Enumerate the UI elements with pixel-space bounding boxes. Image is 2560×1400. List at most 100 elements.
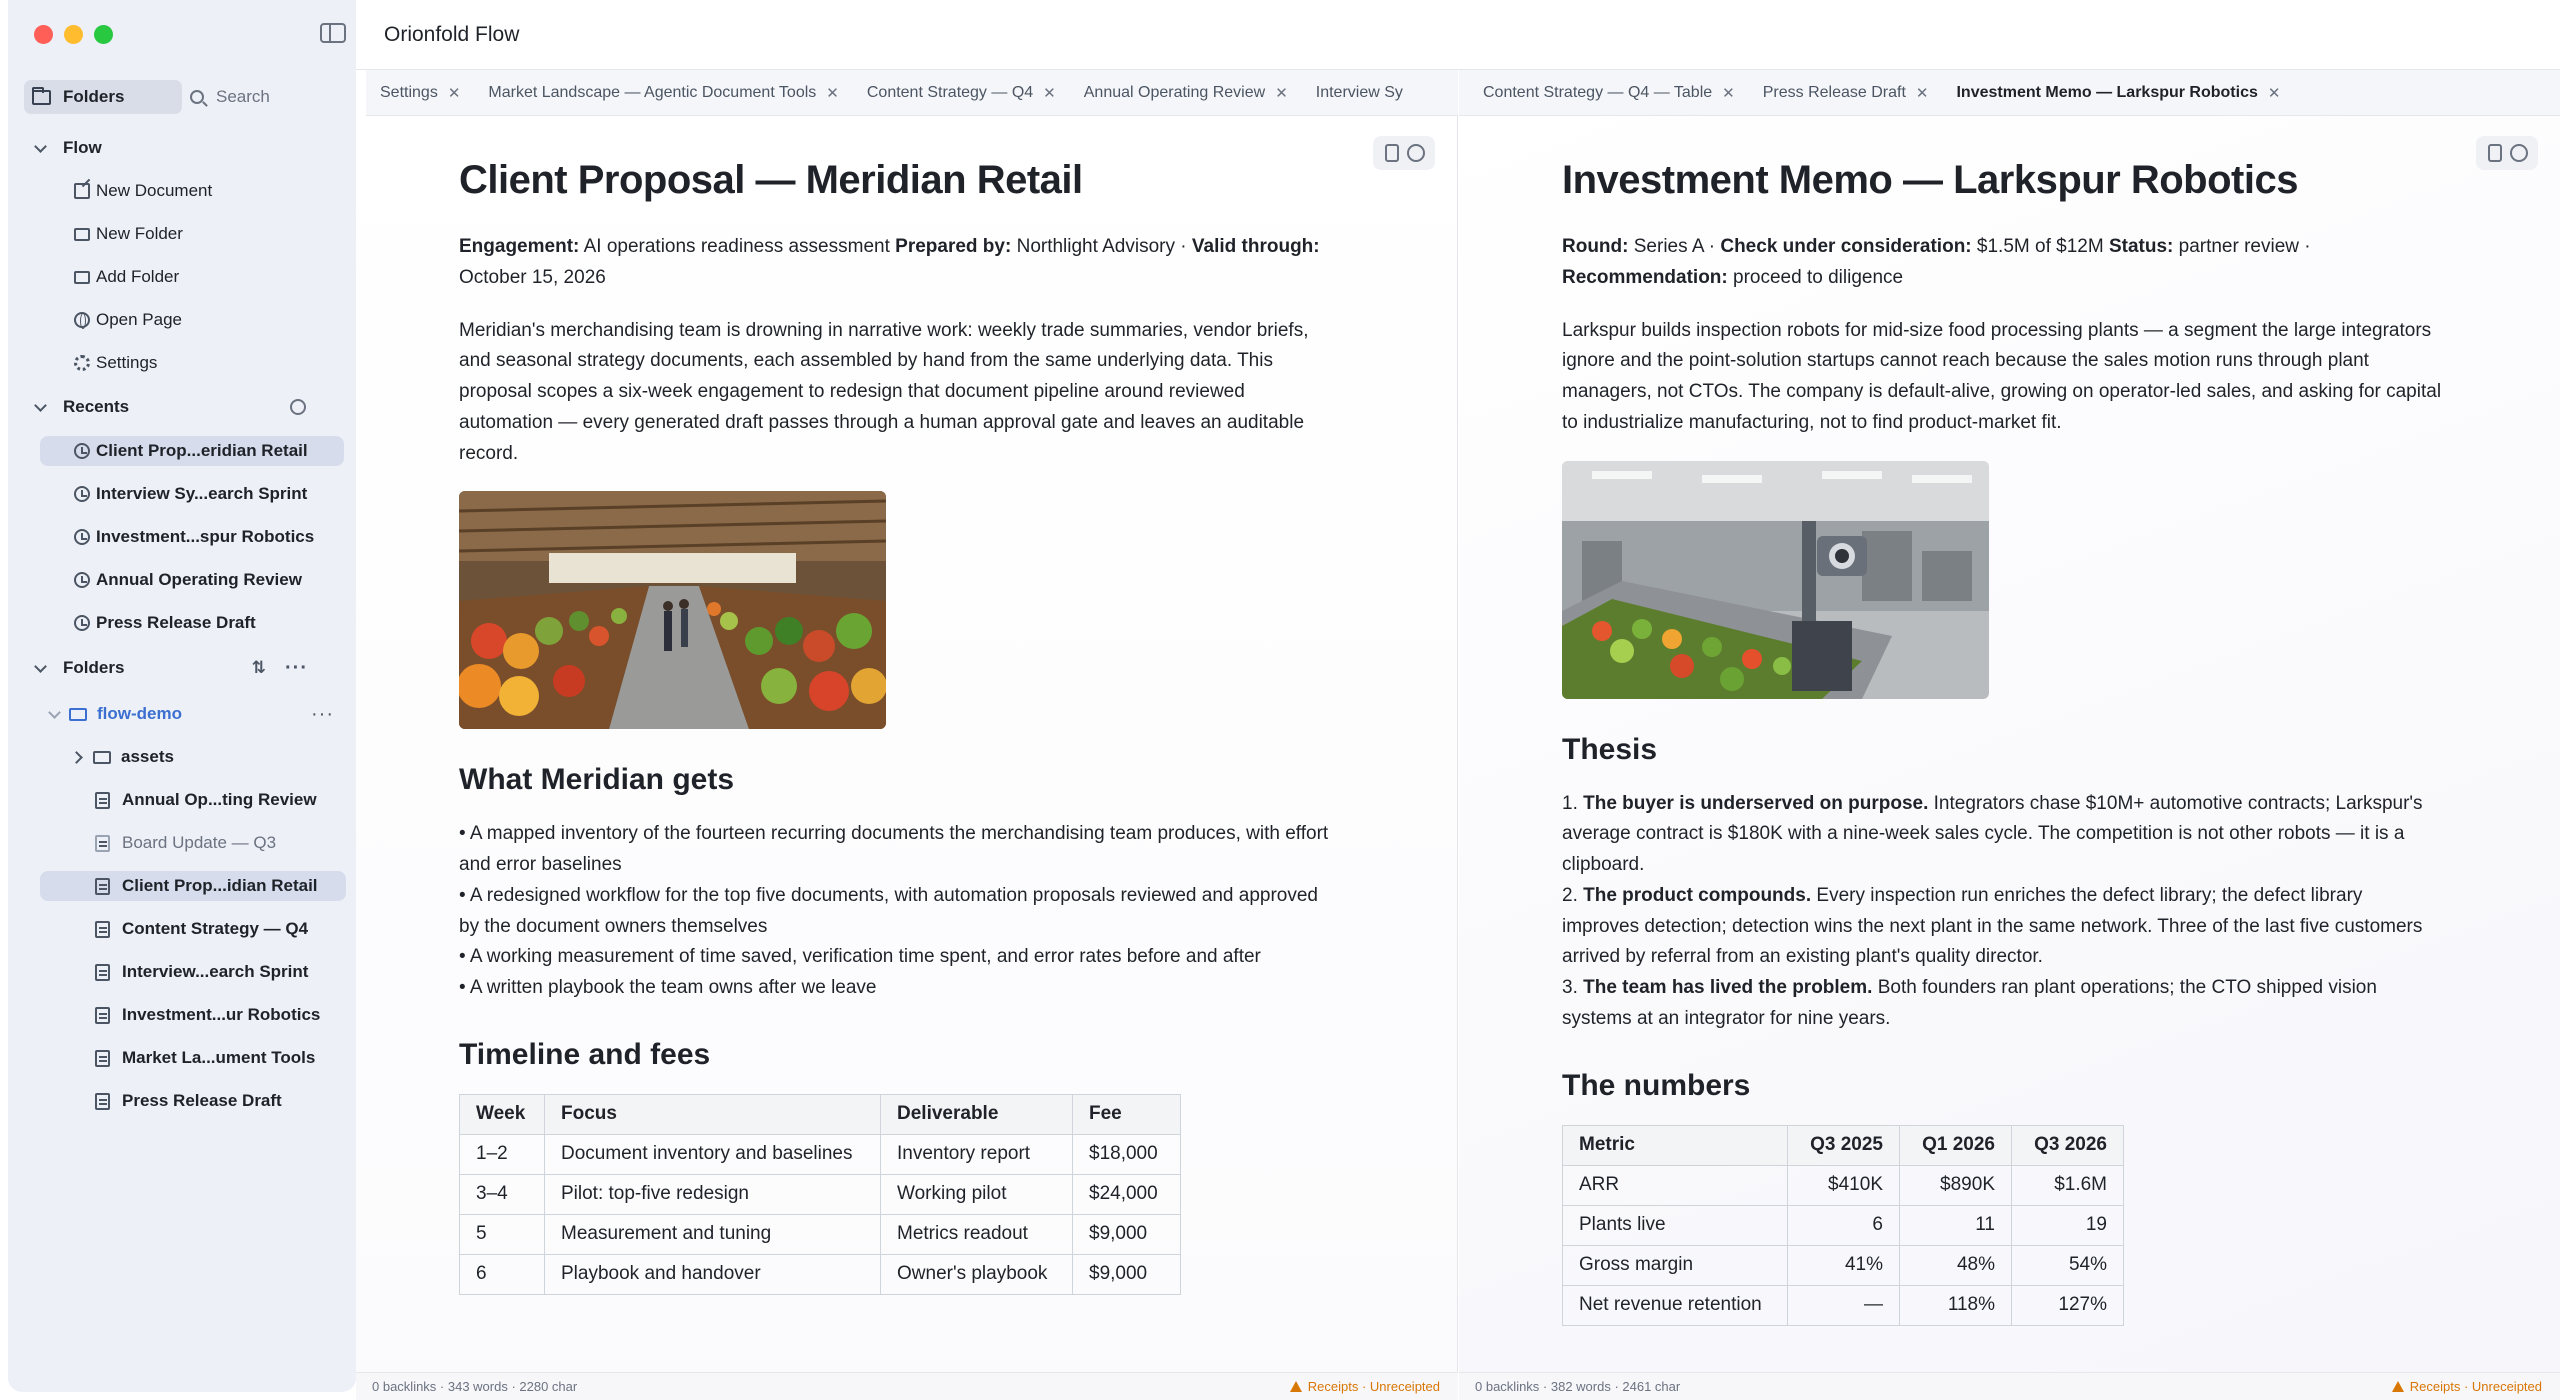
file-item[interactable]: Annual Op...ting Review <box>40 785 344 815</box>
recent-item[interactable]: Press Release Draft <box>40 608 344 638</box>
close-icon[interactable]: ✕ <box>1722 84 1735 102</box>
file-item[interactable]: Board Update — Q3 <box>40 828 344 858</box>
folders-section-label: Folders <box>63 658 125 677</box>
table-cell: Document inventory and baselines <box>544 1133 881 1175</box>
file-item[interactable]: Investment...ur Robotics <box>40 1000 344 1030</box>
tab-interview-synthesis[interactable]: Interview Sy <box>1302 70 1417 115</box>
section-heading: Thesis <box>1562 732 1658 766</box>
more-icon[interactable]: ··· <box>311 703 334 726</box>
recent-item-label: Investment...spur Robotics <box>96 527 315 546</box>
recent-item[interactable]: Client Prop...eridian Retail <box>40 436 344 466</box>
folder-icon <box>74 271 90 284</box>
table-cell: $410K <box>1787 1164 1900 1206</box>
close-icon[interactable]: ✕ <box>1043 84 1056 102</box>
file-item[interactable]: Client Prop...idian Retail <box>40 871 346 901</box>
reader-mode-icon[interactable] <box>2488 144 2502 162</box>
table-row: Plants live 6 11 19 <box>1562 1204 2124 1246</box>
file-item[interactable]: Press Release Draft <box>40 1086 344 1116</box>
file-item[interactable]: Market La...ument Tools <box>40 1043 344 1073</box>
meta-label: Engagement: <box>459 236 580 257</box>
history-icon[interactable] <box>1407 144 1425 162</box>
title-bar: Orionfold Flow <box>356 0 2560 70</box>
zoom-window-button[interactable] <box>94 25 113 44</box>
flow-section-label: Flow <box>63 138 102 157</box>
flow-item-open-page[interactable]: Open Page <box>40 305 344 335</box>
close-icon[interactable]: ✕ <box>1916 84 1929 102</box>
recent-item[interactable]: Investment...spur Robotics <box>40 522 344 552</box>
recent-item-label: Press Release Draft <box>96 613 256 632</box>
history-icon[interactable] <box>2510 144 2528 162</box>
table-cell: $24,000 <box>1072 1173 1181 1215</box>
flow-item-label: New Document <box>96 181 213 200</box>
tab-bar-right: Content Strategy — Q4 — Table ✕ Press Rel… <box>1459 70 2560 116</box>
folder-root[interactable]: flow-demo ··· <box>40 699 344 729</box>
list-item: A working measurement of time saved, ver… <box>459 942 1339 973</box>
file-item[interactable]: Interview...earch Sprint <box>40 957 344 987</box>
file-icon <box>95 835 110 852</box>
table-header: Q3 2025 <box>1787 1124 1900 1166</box>
editor-pane-right[interactable]: Investment Memo — Larkspur Robotics Roun… <box>1459 116 2560 1372</box>
app-title: Orionfold Flow <box>384 22 520 46</box>
flow-item-add-folder[interactable]: Add Folder <box>40 262 344 292</box>
file-icon <box>95 964 110 981</box>
clock-icon <box>74 486 90 502</box>
table-row: 6 Playbook and handover Owner's playbook… <box>459 1253 1181 1295</box>
close-icon[interactable]: ✕ <box>448 84 461 102</box>
meta-value: AI operations readiness assessment <box>579 236 896 257</box>
folders-section-header[interactable]: Folders ⇅ ··· <box>34 656 340 680</box>
close-icon[interactable]: ✕ <box>1275 84 1288 102</box>
tab-investment-memo[interactable]: Investment Memo — Larkspur Robotics ✕ <box>1942 70 2294 115</box>
flow-item-label: New Folder <box>96 224 183 243</box>
search-tab[interactable]: Search <box>190 87 270 107</box>
folder-icon <box>69 707 87 721</box>
table-cell: Playbook and handover <box>544 1253 881 1295</box>
reader-mode-icon[interactable] <box>1385 144 1399 162</box>
receipts-status[interactable]: Receipts · Unreceipted <box>1289 1379 1440 1394</box>
recents-section-header[interactable]: Recents <box>34 395 340 419</box>
flow-item-settings[interactable]: Settings <box>40 348 344 378</box>
list-item-lead: The product compounds. <box>1583 884 1812 906</box>
sidebar-toggle-icon[interactable] <box>320 23 346 43</box>
document-left: Client Proposal — Meridian Retail Engage… <box>459 156 1339 1295</box>
flow-item-new-document[interactable]: New Document <box>40 176 344 206</box>
more-icon[interactable]: ··· <box>285 657 308 680</box>
recent-item[interactable]: Interview Sy...earch Sprint <box>40 479 344 509</box>
list-number: 1. <box>1562 792 1584 814</box>
file-icon <box>95 792 110 809</box>
file-item[interactable]: Content Strategy — Q4 <box>40 914 344 944</box>
close-icon[interactable]: ✕ <box>826 84 839 102</box>
close-icon[interactable]: ✕ <box>2268 84 2281 102</box>
table-header: Week <box>459 1093 545 1135</box>
receipts-status[interactable]: Receipts · Unreceipted <box>2391 1379 2542 1394</box>
sort-icon[interactable]: ⇅ <box>252 658 266 678</box>
tab-label: Interview Sy <box>1315 83 1403 101</box>
table-cell: $9,000 <box>1072 1213 1181 1255</box>
tab-label: Settings <box>380 83 438 101</box>
close-window-button[interactable] <box>34 25 53 44</box>
meta-label: Recommendation: <box>1562 266 1728 288</box>
minimize-window-button[interactable] <box>64 25 83 44</box>
list-item: 3. The team has lived the problem. Both … <box>1562 973 2442 1035</box>
tab-press-release[interactable]: Press Release Draft ✕ <box>1749 70 1943 115</box>
tab-label: Investment Memo — Larkspur Robotics <box>1956 83 2258 101</box>
meta-value: proceed to diligence <box>1727 266 1904 288</box>
meta-value: partner review · <box>2173 236 2311 257</box>
tab-settings[interactable]: Settings ✕ <box>366 70 474 115</box>
tab-label: Press Release Draft <box>1762 83 1906 101</box>
flow-section-header[interactable]: Flow <box>34 136 340 160</box>
tab-market-landscape[interactable]: Market Landscape — Agentic Document Tool… <box>474 70 852 115</box>
tab-content-strategy-table[interactable]: Content Strategy — Q4 — Table ✕ <box>1459 70 1749 115</box>
recent-item[interactable]: Annual Operating Review <box>40 565 344 595</box>
recent-item-label: Interview Sy...earch Sprint <box>96 484 308 503</box>
tab-content-strategy[interactable]: Content Strategy — Q4 ✕ <box>853 70 1070 115</box>
flow-item-new-folder[interactable]: New Folder <box>40 219 344 249</box>
table-header: Metric <box>1562 1124 1788 1166</box>
tab-annual-operating-review[interactable]: Annual Operating Review ✕ <box>1070 70 1302 115</box>
receipts-status-label: Receipts · Unreceipted <box>1307 1379 1440 1394</box>
pane-toolbar <box>2476 136 2538 170</box>
folders-tab[interactable]: Folders <box>24 80 182 114</box>
folder-assets[interactable]: assets <box>40 742 344 772</box>
clear-recents-icon[interactable] <box>290 399 306 415</box>
editor-pane-left[interactable]: Client Proposal — Meridian Retail Engage… <box>356 116 1458 1372</box>
table-cell: 19 <box>2011 1204 2124 1246</box>
